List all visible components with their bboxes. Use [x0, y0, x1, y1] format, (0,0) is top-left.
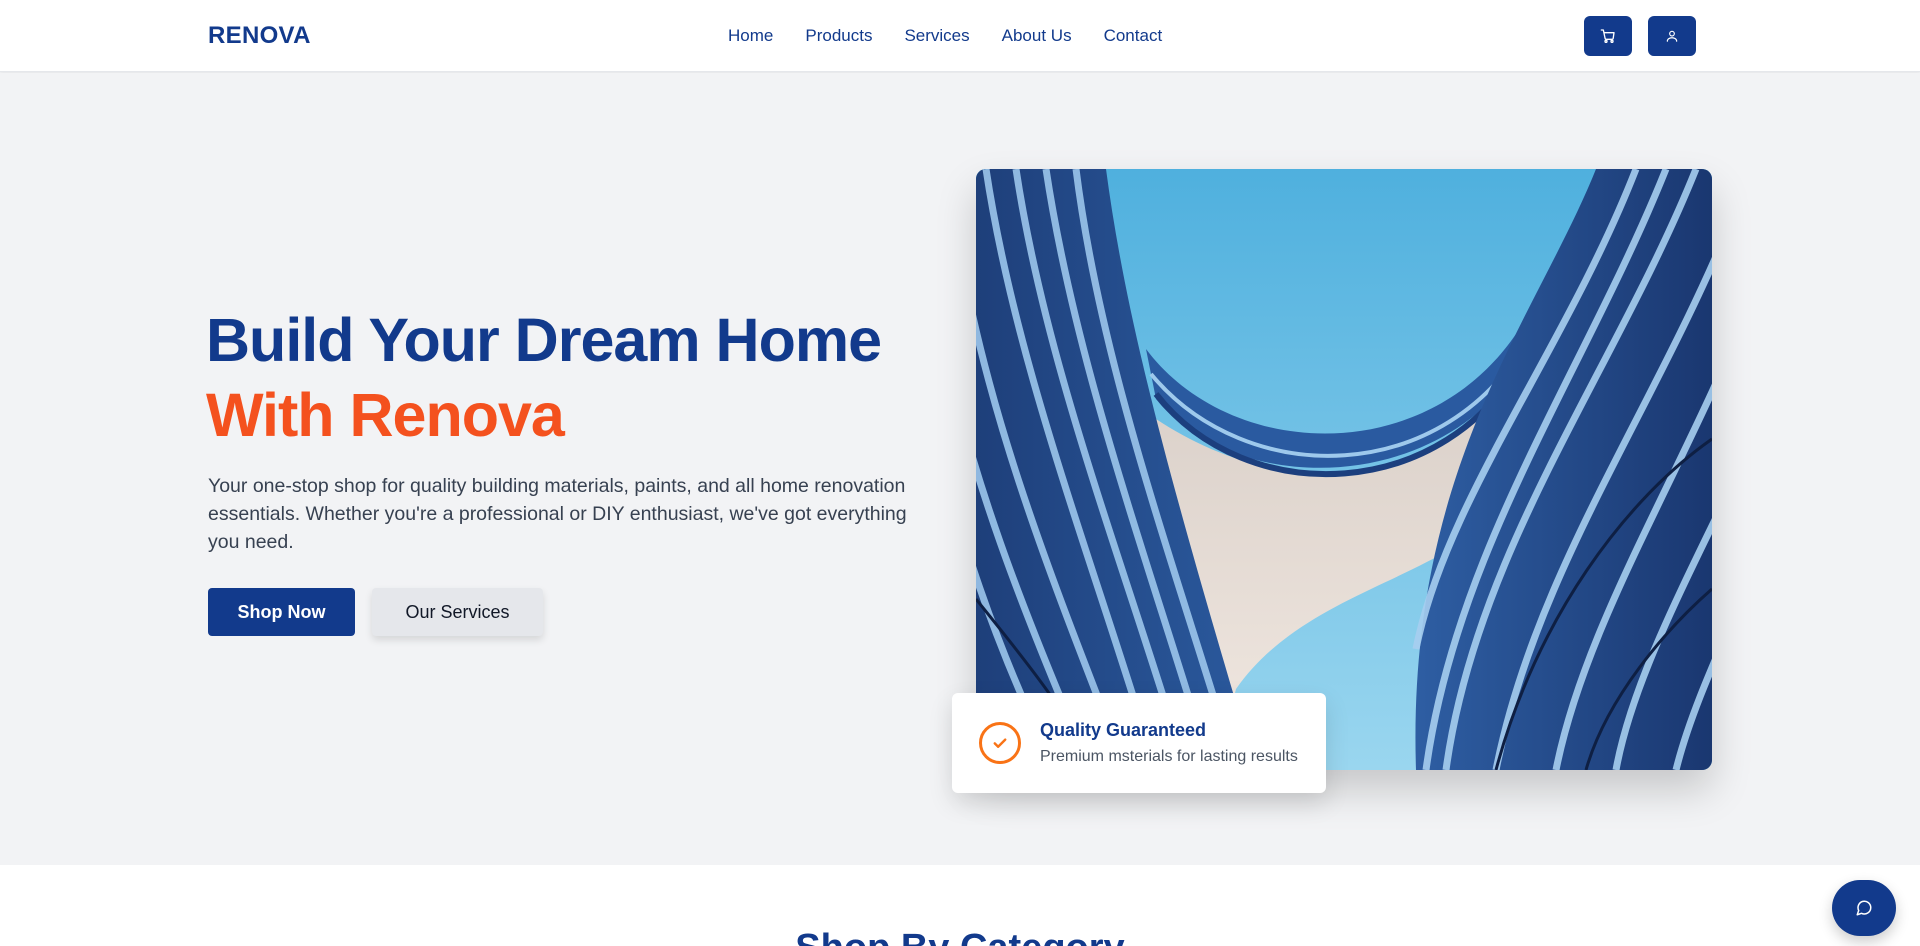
- shop-now-button[interactable]: Shop Now: [208, 588, 355, 636]
- site-header: RENOVA Home Products Services About Us C…: [0, 0, 1920, 72]
- cart-button[interactable]: [1584, 16, 1632, 56]
- check-circle-icon: [979, 722, 1021, 764]
- shop-by-category-section: Shop By Category: [0, 865, 1920, 946]
- hero-title: Build Your Dream Home With Renova: [206, 303, 882, 453]
- hero-description: Your one-stop shop for quality building …: [208, 475, 907, 553]
- hero-title-line2: With Renova: [206, 381, 565, 449]
- cart-icon: [1600, 29, 1615, 43]
- chat-icon: [1856, 900, 1872, 916]
- badge-subtitle: Premium msterials for lasting results: [1040, 748, 1298, 765]
- nav-products[interactable]: Products: [805, 26, 872, 46]
- our-services-button[interactable]: Our Services: [372, 588, 543, 636]
- badge-title: Quality Guaranteed: [1040, 720, 1207, 740]
- hero-section: Build Your Dream Home With Renova Your o…: [0, 73, 1920, 865]
- hero-title-line1: Build Your Dream Home: [206, 306, 882, 374]
- section-title: Shop By Category: [0, 927, 1920, 946]
- nav-contact[interactable]: Contact: [1104, 26, 1163, 46]
- logo[interactable]: RENOVA: [208, 22, 311, 50]
- chat-button[interactable]: [1832, 880, 1896, 936]
- user-button[interactable]: [1648, 16, 1696, 56]
- hero-image: [976, 169, 1712, 770]
- nav-services[interactable]: Services: [904, 26, 969, 46]
- nav-home[interactable]: Home: [728, 26, 773, 46]
- user-icon: [1666, 30, 1678, 42]
- building-illustration: [976, 169, 1712, 770]
- main-nav: Home Products Services About Us Contact: [728, 26, 1162, 46]
- quality-badge-card: Quality Guaranteed Premium msterials for…: [952, 693, 1326, 793]
- nav-about-us[interactable]: About Us: [1002, 26, 1072, 46]
